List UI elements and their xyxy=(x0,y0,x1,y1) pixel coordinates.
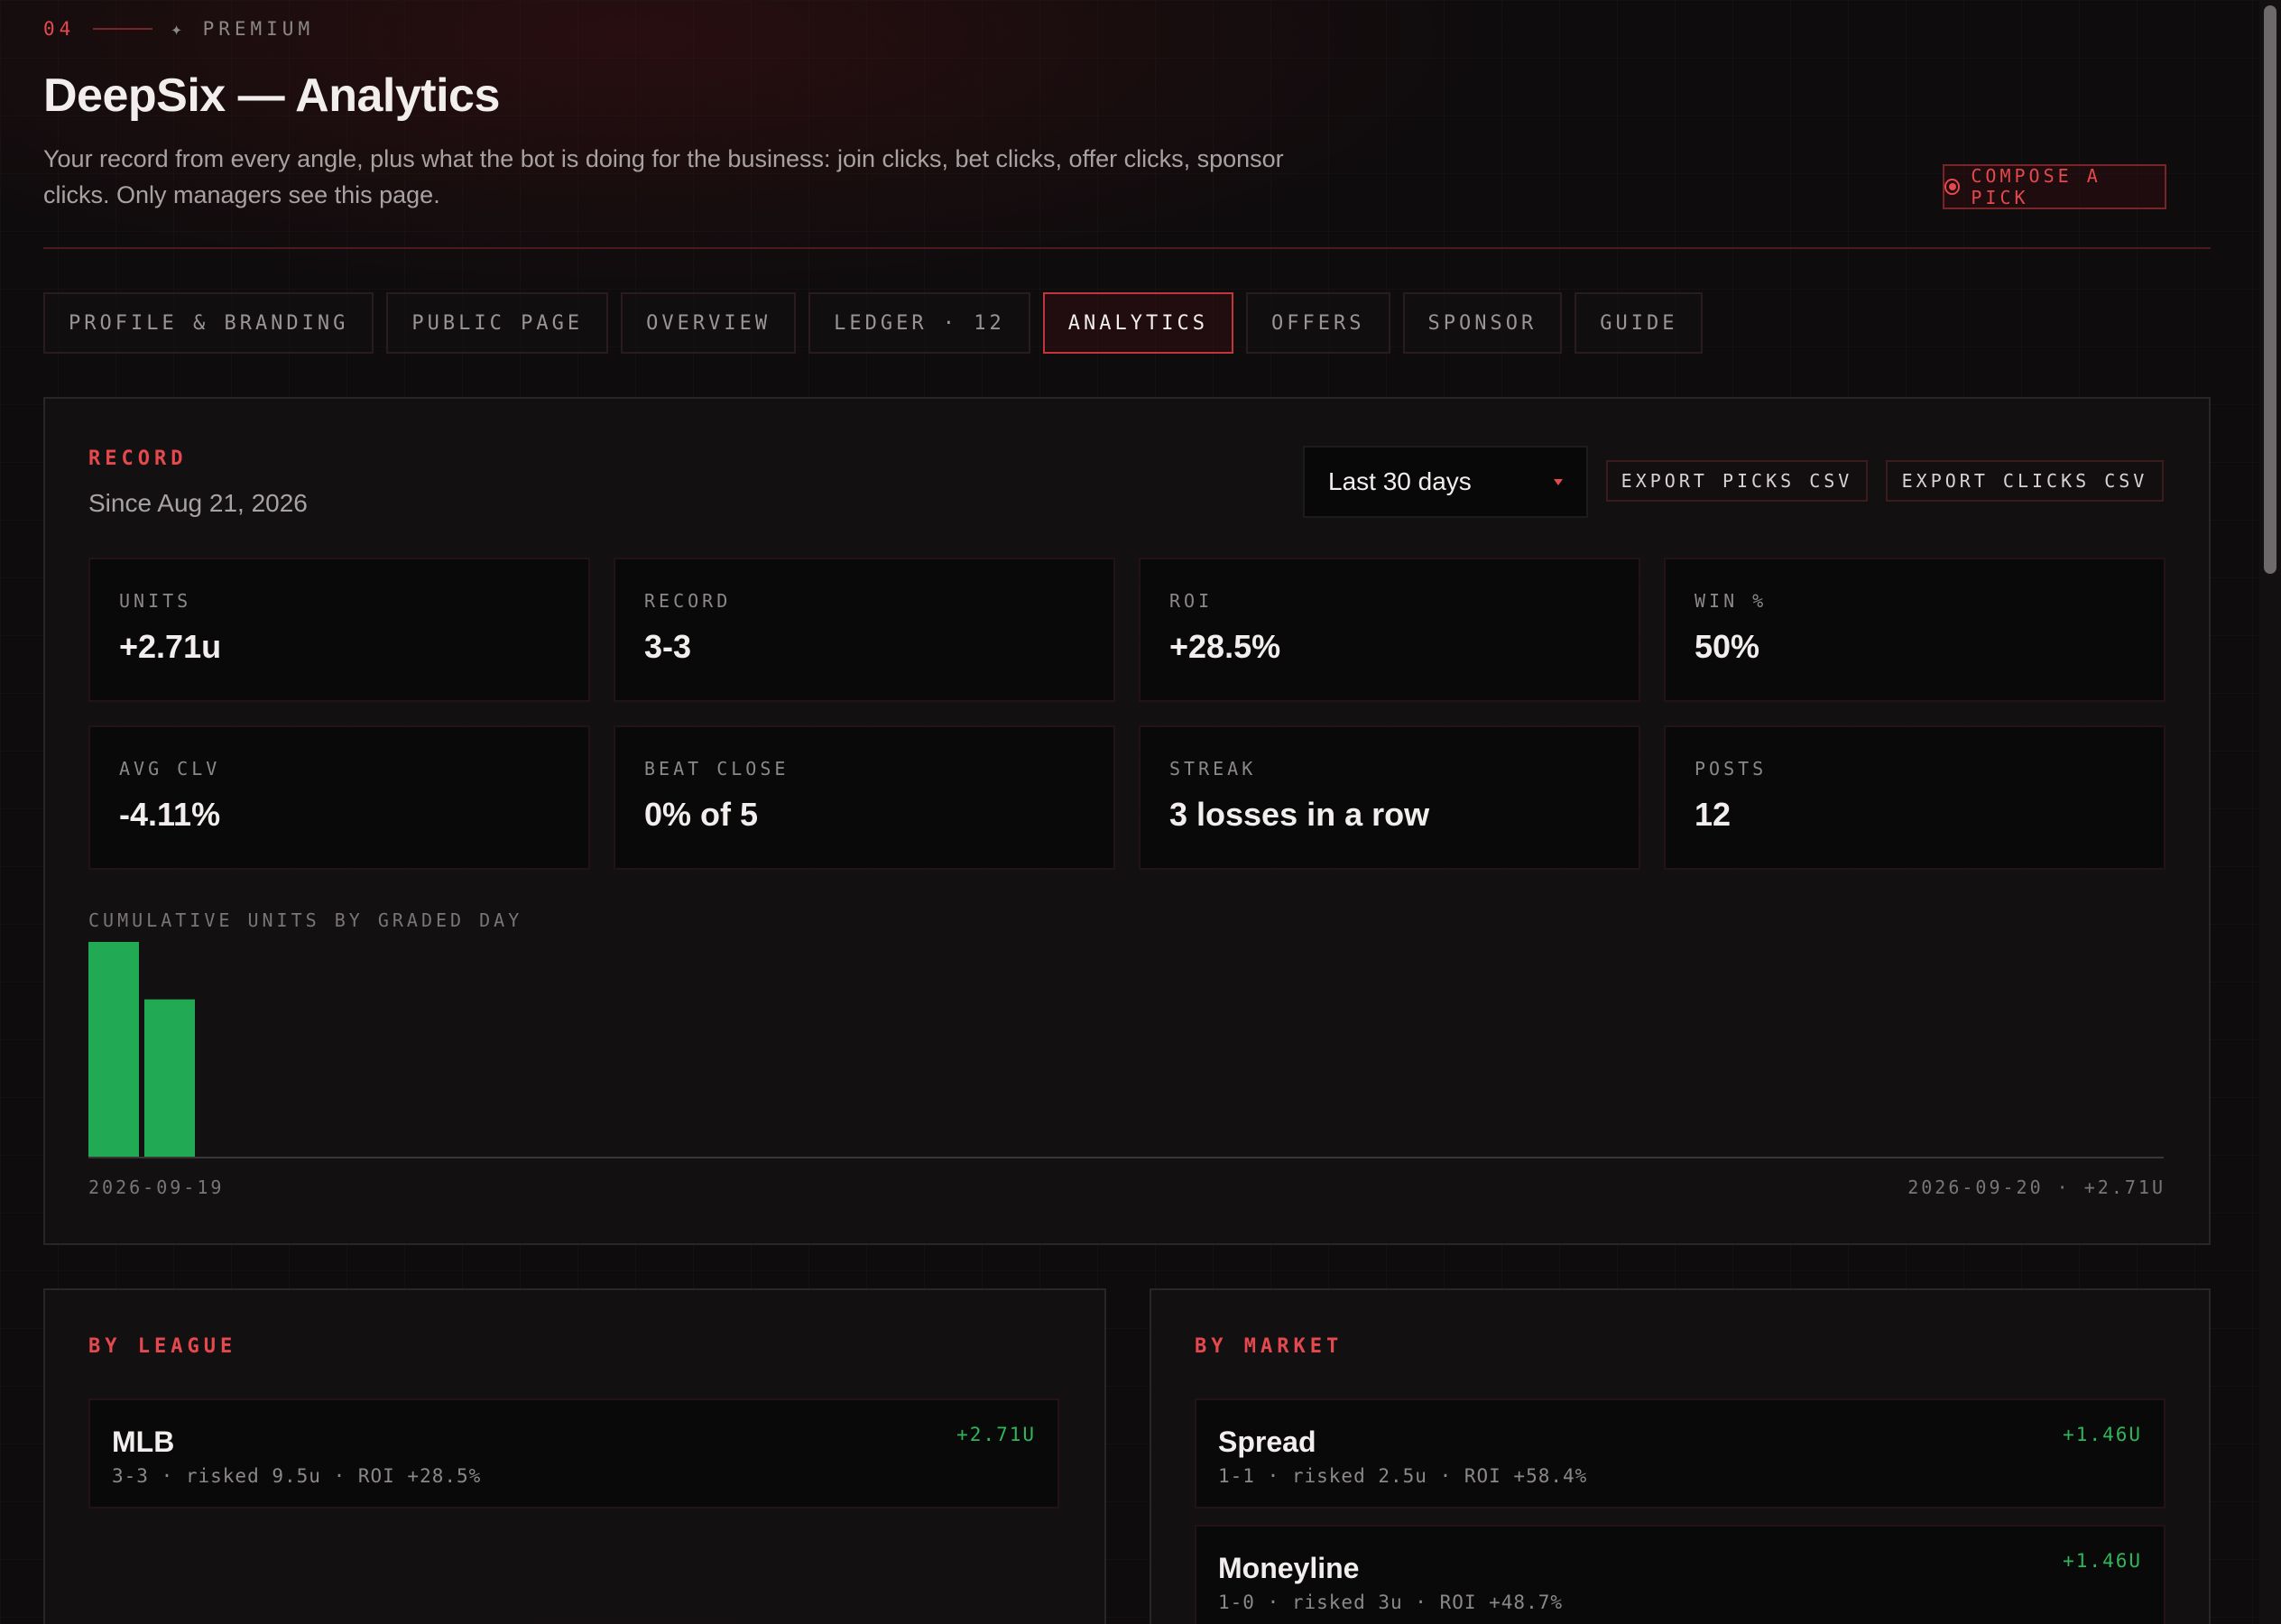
stat-card-posts: POSTS 12 xyxy=(1664,725,2166,870)
eyebrow-divider xyxy=(93,28,153,30)
stat-value: +28.5% xyxy=(1169,628,1281,665)
chevron-down-icon xyxy=(1554,478,1563,485)
chart-bar-2026-09-19 xyxy=(88,942,139,1157)
chart-bar-2026-09-20 xyxy=(144,999,195,1157)
stat-label: BEAT CLOSE xyxy=(644,758,790,780)
record-since: Since Aug 21, 2026 xyxy=(88,489,308,517)
date-range-select[interactable]: Last 30 days xyxy=(1303,446,1588,518)
page-title: DeepSix — Analytics xyxy=(43,69,500,122)
stat-value: +2.71u xyxy=(119,628,222,665)
list-item: MLB 3-3 · risked 9.5u · ROI +28.5% +2.71… xyxy=(88,1398,1059,1509)
market-meta: 1-0 · risked 3u · ROI +48.7% xyxy=(1218,1592,1564,1613)
stat-label: ROI xyxy=(1169,590,1214,612)
list-item: Moneyline 1-0 · risked 3u · ROI +48.7% +… xyxy=(1195,1525,2166,1624)
market-units: +1.46U xyxy=(2063,1424,2142,1445)
record-section-label: RECORD xyxy=(88,448,188,470)
market-name: Moneyline xyxy=(1218,1552,1360,1584)
stat-card-record: RECORD 3-3 xyxy=(614,558,1115,702)
chart-axis-start: 2026-09-19 xyxy=(88,1176,225,1198)
stat-value: 12 xyxy=(1695,796,1732,833)
list-item: Spread 1-1 · risked 2.5u · ROI +58.4% +1… xyxy=(1195,1398,2166,1509)
by-league-panel: BY LEAGUE MLB 3-3 · risked 9.5u · ROI +2… xyxy=(43,1288,1106,1624)
step-number: 04 xyxy=(43,18,76,40)
scrollbar-thumb[interactable] xyxy=(2264,5,2276,574)
stat-card-avg-clv: AVG CLV -4.11% xyxy=(88,725,590,870)
stat-card-beat-close: BEAT CLOSE 0% of 5 xyxy=(614,725,1115,870)
stat-card-streak: STREAK 3 losses in a row xyxy=(1139,725,1640,870)
tab-bar: PROFILE & BRANDING PUBLIC PAGE OVERVIEW … xyxy=(43,292,1704,354)
tab-overview[interactable]: OVERVIEW xyxy=(621,292,797,354)
tab-sponsor[interactable]: SPONSOR xyxy=(1402,292,1563,354)
stat-label: UNITS xyxy=(119,590,192,612)
compose-pick-label: COMPOSE A PICK xyxy=(1971,165,2101,208)
by-market-label: BY MARKET xyxy=(1195,1335,1344,1358)
stat-label: WIN % xyxy=(1695,590,1768,612)
header-divider xyxy=(43,247,2211,249)
tab-public-page[interactable]: PUBLIC PAGE xyxy=(386,292,609,354)
tab-analytics[interactable]: ANALYTICS xyxy=(1042,292,1234,354)
stat-label: RECORD xyxy=(644,590,732,612)
export-picks-button[interactable]: EXPORT PICKS CSV xyxy=(1606,460,1868,502)
stat-value: 3 losses in a row xyxy=(1169,796,1430,833)
stat-value: 3-3 xyxy=(644,628,692,665)
stat-value: 0% of 5 xyxy=(644,796,759,833)
date-range-value: Last 30 days xyxy=(1328,467,1472,495)
cumulative-units-chart xyxy=(88,942,2164,1158)
stat-card-win-pct: WIN % 50% xyxy=(1664,558,2166,702)
chart-axis-end: 2026-09-20 · +2.71U xyxy=(1907,1176,2166,1198)
tier-badge: ✦ PREMIUM xyxy=(171,18,315,40)
tab-profile-branding[interactable]: PROFILE & BRANDING xyxy=(43,292,374,354)
export-clicks-button[interactable]: EXPORT CLICKS CSV xyxy=(1886,460,2164,502)
tab-offers[interactable]: OFFERS xyxy=(1246,292,1390,354)
market-units: +1.46U xyxy=(2063,1550,2142,1572)
by-market-panel: BY MARKET Spread 1-1 · risked 2.5u · ROI… xyxy=(1150,1288,2211,1624)
market-meta: 1-1 · risked 2.5u · ROI +58.4% xyxy=(1218,1465,1588,1487)
compose-pick-button[interactable]: COMPOSE A PICK xyxy=(1943,164,2166,209)
chart-title: CUMULATIVE UNITS BY GRADED DAY xyxy=(88,909,523,931)
stat-label: POSTS xyxy=(1695,758,1768,780)
record-panel: RECORD Since Aug 21, 2026 Last 30 days E… xyxy=(43,397,2211,1245)
stat-card-roi: ROI +28.5% xyxy=(1139,558,1640,702)
by-league-label: BY LEAGUE xyxy=(88,1335,237,1358)
eyebrow: 04 ✦ PREMIUM xyxy=(43,18,314,40)
league-meta: 3-3 · risked 9.5u · ROI +28.5% xyxy=(112,1465,482,1487)
stat-value: -4.11% xyxy=(119,796,221,833)
tab-ledger[interactable]: LEDGER · 12 xyxy=(808,292,1030,354)
page-subtitle: Your record from every angle, plus what … xyxy=(43,145,1284,208)
tab-guide[interactable]: GUIDE xyxy=(1575,292,1704,354)
stat-card-units: UNITS +2.71u xyxy=(88,558,590,702)
market-name: Spread xyxy=(1218,1426,1316,1458)
stat-label: STREAK xyxy=(1169,758,1257,780)
league-name: MLB xyxy=(112,1426,175,1458)
target-icon xyxy=(1944,179,1961,195)
vertical-scrollbar[interactable] xyxy=(2259,0,2281,1624)
league-units: +2.71U xyxy=(956,1424,1036,1445)
stat-label: AVG CLV xyxy=(119,758,221,780)
stat-value: 50% xyxy=(1695,628,1760,665)
